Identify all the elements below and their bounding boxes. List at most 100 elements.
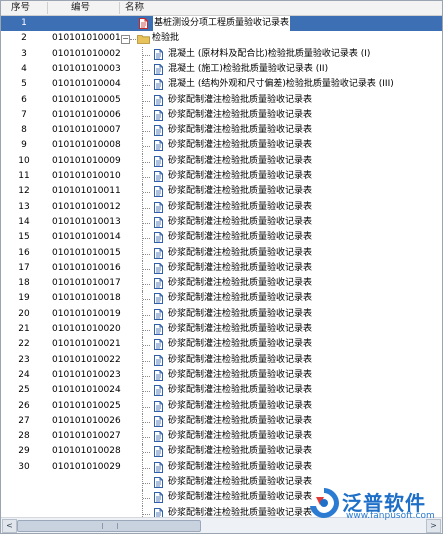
row-code: 010101010023 xyxy=(52,369,121,380)
table-row[interactable]: 25 010101010024 砂浆配制灌注检验批质量验收记录表 xyxy=(1,383,442,399)
document-icon xyxy=(154,94,163,106)
row-seq: 15 xyxy=(18,232,30,243)
header-seq[interactable]: 序号 xyxy=(11,1,30,15)
tree-node-label[interactable]: 砂浆配制灌注检验批质量验收记录表 xyxy=(168,138,312,153)
tree-node-label[interactable]: 砂浆配制灌注检验批质量验收记录表 xyxy=(168,215,312,230)
scroll-thumb[interactable] xyxy=(17,520,201,532)
scroll-left-button[interactable]: < xyxy=(2,519,17,533)
tree-node-label[interactable]: 基桩测设分项工程质量验收记录表 xyxy=(153,16,291,32)
tree-node-label[interactable]: 砂浆配制灌注检验批质量验收记录表 xyxy=(168,353,312,368)
table-row[interactable]: 11 010101010010 砂浆配制灌注检验批质量验收记录表 xyxy=(1,169,442,185)
grip-icon xyxy=(102,523,118,529)
tree-connector xyxy=(143,161,150,163)
table-row[interactable]: 13 010101010012 砂浆配制灌注检验批质量验收记录表 xyxy=(1,199,442,215)
tree-node-label[interactable]: 砂浆配制灌注检验批质量验收记录表 xyxy=(168,246,312,261)
tree-node-label[interactable]: 砂浆配制灌注检验批质量验收记录表 xyxy=(168,337,312,352)
tree-node-label[interactable]: 砂浆配制灌注检验批质量验收记录表 xyxy=(168,383,312,398)
tree-node-label[interactable]: 砂浆配制灌注检验批质量验收记录表 xyxy=(168,169,312,184)
header-code[interactable]: 编号 xyxy=(71,1,90,15)
tree-node-label[interactable]: 砂浆配制灌注检验批质量验收记录表 xyxy=(168,200,312,215)
tree-connector xyxy=(143,192,150,194)
tree-node-label[interactable]: 砂浆配制灌注检验批质量验收记录表 xyxy=(168,444,312,459)
row-seq: 10 xyxy=(18,155,30,166)
tree-connector xyxy=(143,498,150,500)
tree-connector xyxy=(143,69,150,71)
table-row[interactable]: 26 010101010025 砂浆配制灌注检验批质量验收记录表 xyxy=(1,398,442,414)
document-icon xyxy=(154,125,163,137)
table-row[interactable]: 2 010101010001− 检验批 xyxy=(1,31,442,46)
row-code: 010101010020 xyxy=(52,324,121,334)
tree-node-label[interactable]: 砂浆配制灌注检验批质量验收记录表 xyxy=(168,276,312,291)
table-row[interactable]: 6 010101010005 砂浆配制灌注检验批质量验收记录表 xyxy=(1,92,442,108)
tree-node-label[interactable]: 砂浆配制灌注检验批质量验收记录表 xyxy=(168,108,312,123)
table-row[interactable]: 8 010101010007 砂浆配制灌注检验批质量验收记录表 xyxy=(1,123,442,139)
row-seq: 6 xyxy=(21,94,27,105)
header-divider[interactable] xyxy=(119,2,120,14)
document-icon xyxy=(154,186,163,198)
table-row[interactable]: 7 010101010006 砂浆配制灌注检验批质量验收记录表 xyxy=(1,107,442,124)
tree-node-label[interactable]: 砂浆配制灌注检验批质量验收记录表 xyxy=(168,414,312,429)
table-row[interactable]: 5 010101010004 混凝土 (结构外观和尺寸偏差)检验批质量验收记录表 (… xyxy=(1,77,442,93)
header-name[interactable]: 名称 xyxy=(125,1,144,15)
table-row[interactable]: 30 010101010029 砂浆配制灌注检验批质量验收记录表 xyxy=(1,459,442,475)
tree-folder-label[interactable]: 检验批 xyxy=(152,31,179,46)
tree-connector xyxy=(143,513,150,515)
tree-node-label[interactable]: 砂浆配制灌注检验批质量验收记录表 xyxy=(168,506,312,517)
tree-node-label[interactable]: 砂浆配制灌注检验批质量验收记录表 xyxy=(168,399,312,414)
row-code: 010101010016 xyxy=(52,262,121,273)
tree-node-label[interactable]: 砂浆配制灌注检验批质量验收记录表 xyxy=(168,93,312,108)
table-row[interactable]: 28 010101010027 砂浆配制灌注检验批质量验收记录表 xyxy=(1,429,442,445)
document-icon xyxy=(154,262,163,274)
table-row[interactable]: 27 010101010026 砂浆配制灌注检验批质量验收记录表 xyxy=(1,413,442,430)
row-seq: 17 xyxy=(18,262,30,273)
table-row[interactable]: 15 010101010014 砂浆配制灌注检验批质量验收记录表 xyxy=(1,230,442,246)
tree-node-label[interactable]: 砂浆配制灌注检验批质量验收记录表 xyxy=(168,123,312,138)
tree-node-label[interactable]: 混凝土 (结构外观和尺寸偏差)检验批质量验收记录表 (III) xyxy=(168,77,394,92)
table-row[interactable]: 10 010101010009 砂浆配制灌注检验批质量验收记录表 xyxy=(1,153,442,169)
table-row[interactable]: 12 010101010011 砂浆配制灌注检验批质量验收记录表 xyxy=(1,184,442,200)
tree-node-label[interactable]: 砂浆配制灌注检验批质量验收记录表 xyxy=(168,322,312,337)
table-row[interactable]: 22 010101010021 砂浆配制灌注检验批质量验收记录表 xyxy=(1,337,442,353)
tree-node-label[interactable]: 混凝土 (原材料及配合比)检验批质量验收记录表 (Ⅰ) xyxy=(168,47,370,62)
tree-node-label[interactable]: 砂浆配制灌注检验批质量验收记录表 xyxy=(168,291,312,306)
row-code: 010101010024 xyxy=(52,385,121,396)
table-row[interactable]: 20 010101010019 砂浆配制灌注检验批质量验收记录表 xyxy=(1,306,442,322)
table-row[interactable]: 24 010101010023 砂浆配制灌注检验批质量验收记录表 xyxy=(1,367,442,384)
tree-connector xyxy=(143,177,150,178)
row-seq: 22 xyxy=(18,339,30,350)
collapse-icon[interactable]: − xyxy=(121,35,130,45)
tree-node-label[interactable]: 砂浆配制灌注检验批质量验收记录表 xyxy=(168,184,312,199)
tree-node-label[interactable]: 砂浆配制灌注检验批质量验收记录表 xyxy=(168,429,312,444)
table-row[interactable]: 29 010101010028 砂浆配制灌注检验批质量验收记录表 xyxy=(1,444,442,460)
tree-node-label[interactable]: 砂浆配制灌注检验批质量验收记录表 xyxy=(168,154,312,169)
row-seq: 12 xyxy=(18,186,30,197)
row-code: 010101010014 xyxy=(52,232,121,243)
row-code: 010101010007 xyxy=(52,125,121,136)
table-row[interactable]: 18 010101010017 砂浆配制灌注检验批质量验收记录表 xyxy=(1,276,442,292)
document-icon xyxy=(154,247,163,259)
table-row[interactable]: 9 010101010008 砂浆配制灌注检验批质量验收记录表 xyxy=(1,138,442,154)
header-divider[interactable] xyxy=(47,2,48,14)
table-row[interactable]: 17 010101010016 砂浆配制灌注检验批质量验收记录表 xyxy=(1,260,442,277)
tree-node-label[interactable]: 混凝土 (施工)检验批质量验收记录表 (II) xyxy=(168,62,328,77)
tree-node-label[interactable]: 砂浆配制灌注检验批质量验收记录表 xyxy=(168,460,312,475)
tree-node-label[interactable]: 砂浆配制灌注检验批质量验收记录表 xyxy=(168,368,312,383)
tree-node-label[interactable]: 砂浆配制灌注检验批质量验收记录表 xyxy=(168,307,312,322)
table-row[interactable]: 19 010101010018 砂浆配制灌注检验批质量验收记录表 xyxy=(1,291,442,307)
tree-node-label[interactable]: 砂浆配制灌注检验批质量验收记录表 xyxy=(168,475,312,490)
table-row[interactable]: 1 基桩测设分项工程质量验收记录表 xyxy=(1,16,442,32)
table-row[interactable]: 21 010101010020 砂浆配制灌注检验批质量验收记录表 xyxy=(1,322,442,338)
row-seq: 27 xyxy=(18,415,30,426)
tree-node-label[interactable]: 砂浆配制灌注检验批质量验收记录表 xyxy=(168,490,312,505)
table-row[interactable]: 23 010101010022 砂浆配制灌注检验批质量验收记录表 xyxy=(1,352,442,368)
table-row[interactable]: 14 010101010013 砂浆配制灌注检验批质量验收记录表 xyxy=(1,214,442,231)
document-icon xyxy=(154,201,163,213)
row-code: 010101010017 xyxy=(52,278,121,289)
table-row[interactable]: 16 010101010015 砂浆配制灌注检验批质量验收记录表 xyxy=(1,245,442,261)
document-icon xyxy=(154,278,163,290)
table-row[interactable]: 3 010101010002 混凝土 (原材料及配合比)检验批质量验收记录表 (Ⅰ) xyxy=(1,46,442,62)
table-row[interactable]: 4 010101010003 混凝土 (施工)检验批质量验收记录表 (II) xyxy=(1,61,442,78)
tree-node-label[interactable]: 砂浆配制灌注检验批质量验收记录表 xyxy=(168,230,312,245)
tree-node-label[interactable]: 砂浆配制灌注检验批质量验收记录表 xyxy=(168,261,312,276)
row-code: 010101010011 xyxy=(52,186,121,197)
